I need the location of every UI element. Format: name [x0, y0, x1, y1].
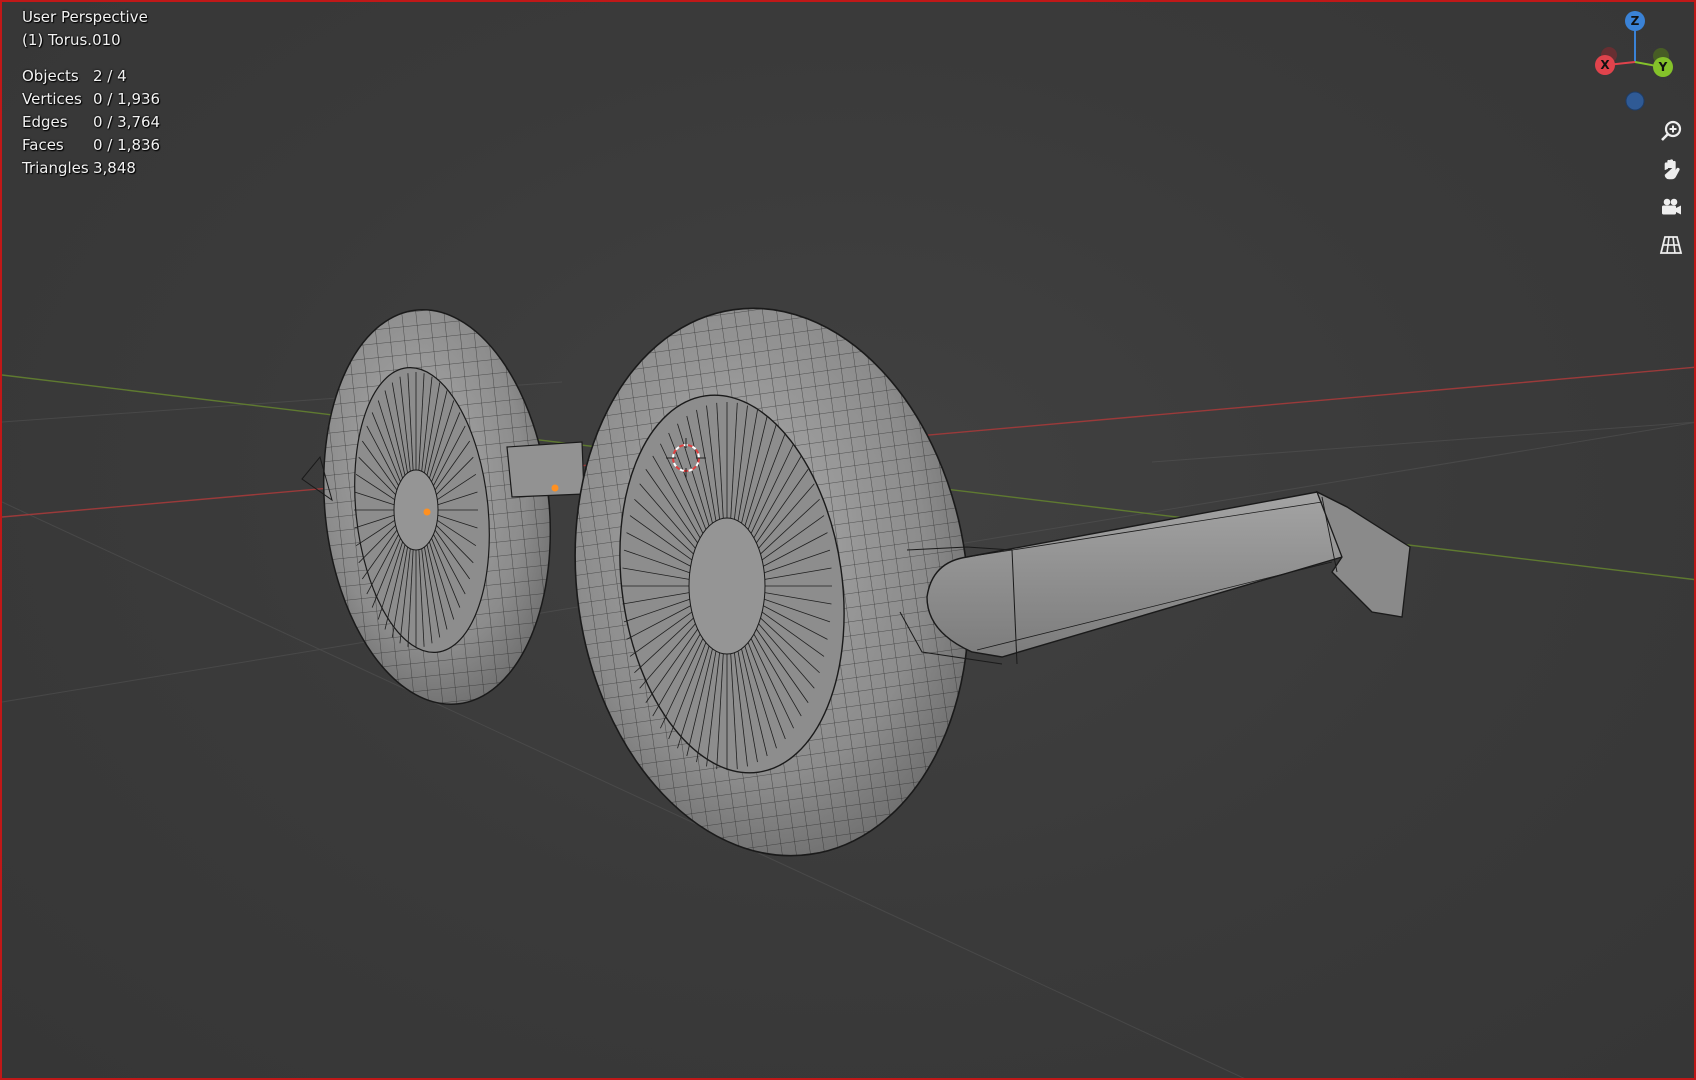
perspective-toggle-button[interactable] [1654, 228, 1688, 262]
camera-icon [1662, 198, 1681, 215]
scene-statistics: Objects 2 / 4 Vertices 0 / 1,936 Edges 0… [22, 65, 160, 180]
viewport-header: User Perspective (1) Torus.010 [22, 6, 148, 52]
perspective-grid-icon [1659, 236, 1683, 254]
stat-label: Triangles [22, 159, 89, 177]
pan-hand-icon [1664, 159, 1680, 180]
stat-row-edges: Edges 0 / 3,764 [22, 111, 160, 134]
stat-row-faces: Faces 0 / 1,836 [22, 134, 160, 157]
left-lens-ring [322, 308, 552, 706]
zoom-icon [1661, 120, 1682, 141]
camera-view-button[interactable] [1654, 190, 1688, 224]
scene-canvas[interactable] [2, 2, 1696, 1080]
bridge [506, 441, 585, 498]
gizmo-z-label: Z [1630, 14, 1640, 28]
temple-arm [899, 490, 1411, 665]
active-object-name: (1) Torus.010 [22, 31, 121, 49]
stat-value: 0 / 3,764 [93, 113, 161, 131]
stat-label: Edges [22, 113, 68, 131]
stat-row-vertices: Vertices 0 / 1,936 [22, 88, 160, 111]
3d-viewport[interactable]: User Perspective (1) Torus.010 Objects 2… [0, 0, 1696, 1080]
stat-label: Faces [22, 136, 64, 154]
gizmo-y-axis[interactable]: Y [1653, 57, 1673, 77]
zoom-button[interactable] [1654, 114, 1688, 148]
gizmo-x-label: X [1600, 58, 1610, 72]
gizmo-x-axis[interactable]: X [1595, 55, 1615, 75]
stat-label: Vertices [22, 90, 82, 108]
stat-value: 0 / 1,936 [93, 90, 161, 108]
view-name: User Perspective [22, 8, 148, 26]
stat-value: 3,848 [93, 159, 136, 177]
stat-value: 2 / 4 [93, 67, 127, 85]
stat-row-objects: Objects 2 / 4 [22, 65, 160, 88]
gizmo-z-axis[interactable]: Z [1625, 11, 1645, 31]
navigation-gizmo[interactable]: Z X Y [1587, 7, 1687, 117]
pan-button[interactable] [1654, 152, 1688, 186]
stat-row-triangles: Triangles 3,848 [22, 157, 160, 180]
stat-label: Objects [22, 67, 79, 85]
gizmo-y-label: Y [1658, 60, 1668, 74]
stat-value: 0 / 1,836 [93, 136, 161, 154]
